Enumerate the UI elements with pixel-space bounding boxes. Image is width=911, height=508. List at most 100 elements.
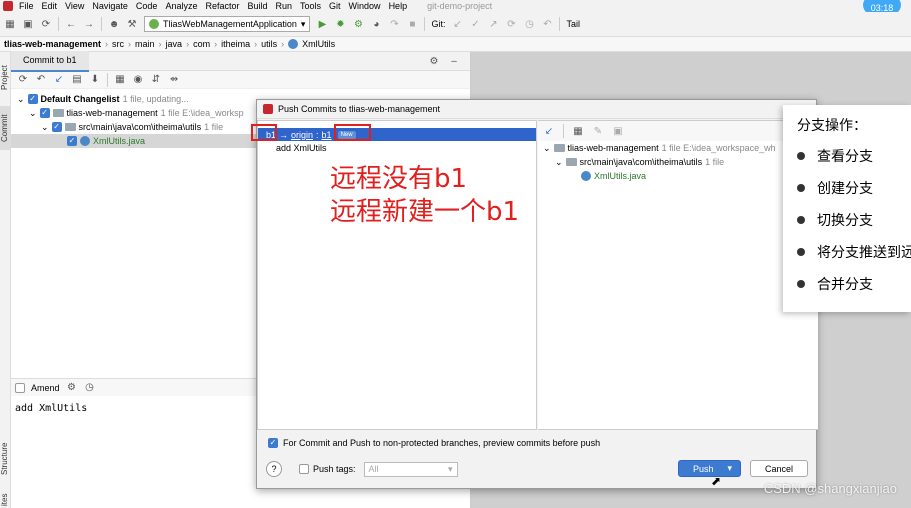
toolbar-divider — [563, 124, 564, 138]
chevron-down-icon[interactable]: ⌄ — [543, 143, 551, 154]
run-configuration-select[interactable]: TliasWebManagementApplication ▾ — [144, 16, 311, 32]
open-folder-icon[interactable]: ▦ — [4, 18, 16, 30]
breadcrumb-item[interactable]: XmlUtils — [302, 39, 335, 49]
gear-icon[interactable]: ⚙ — [428, 55, 440, 67]
commit-list-item[interactable]: add XmlUtils — [258, 141, 536, 155]
menu-code[interactable]: Code — [136, 0, 158, 12]
eye-icon[interactable]: ◉ — [132, 74, 144, 86]
update-icon[interactable]: ↙ — [53, 74, 65, 86]
sync-icon[interactable]: ⟳ — [40, 18, 52, 30]
tab-project[interactable]: Project — [0, 56, 11, 100]
tail-button[interactable]: Tail — [566, 19, 580, 29]
edit-icon[interactable]: ✎ — [592, 125, 604, 137]
menu-help[interactable]: Help — [389, 0, 408, 12]
git-update-icon[interactable]: ↙ — [451, 18, 463, 30]
folder-checkbox[interactable]: ✓ — [51, 122, 62, 132]
breadcrumb-item[interactable]: java — [166, 39, 183, 49]
menu-run[interactable]: Run — [276, 0, 293, 12]
git-label: Git: — [431, 19, 446, 29]
push-button[interactable]: Push ▾ — [677, 460, 741, 477]
refresh-icon[interactable]: ⟳ — [17, 74, 29, 86]
tab-structure[interactable]: Structure — [0, 434, 11, 484]
menu-refactor[interactable]: Refactor — [205, 0, 239, 12]
remote-branch-link[interactable]: b1 — [322, 130, 332, 140]
menu-view[interactable]: View — [65, 0, 84, 12]
breadcrumb-item[interactable]: itheima — [221, 39, 250, 49]
dialog-title: Push Commits to tlias-web-management — [278, 104, 441, 114]
git-push-icon[interactable]: ↗ — [487, 18, 499, 30]
chevron-down-icon[interactable]: ⌄ — [41, 122, 49, 133]
cancel-button[interactable]: Cancel — [749, 460, 808, 477]
chevron-down-icon[interactable]: ▾ — [727, 463, 732, 474]
push-branch-row[interactable]: b1 → origin : b1 New — [258, 128, 536, 141]
module-checkbox[interactable]: ✓ — [39, 108, 50, 118]
back-icon[interactable]: ← — [65, 18, 77, 30]
update-icon[interactable]: ↙ — [543, 125, 555, 137]
expand-all-icon[interactable]: ⇵ — [150, 74, 162, 86]
git-fetch-icon[interactable]: ⟳ — [505, 18, 517, 30]
breadcrumb-item[interactable]: src — [112, 39, 124, 49]
rollback-icon[interactable]: ↶ — [35, 74, 47, 86]
tree-row-module[interactable]: ⌄ tlias-web-management 1 file E:\idea_wo… — [538, 141, 818, 155]
stop-icon[interactable]: ■ — [406, 18, 418, 30]
amend-checkbox[interactable] — [15, 382, 25, 393]
slide-list-item: 切换分支 — [797, 210, 873, 230]
tree-row-folder[interactable]: ⌄ src\main\java\com\itheima\utils 1 file — [538, 155, 818, 169]
commit-message-field[interactable]: add XmlUtils — [15, 403, 87, 414]
folder-icon — [565, 158, 577, 166]
push-tags-checkbox[interactable] — [299, 464, 309, 474]
group-by-icon[interactable]: ▦ — [114, 74, 126, 86]
forward-icon[interactable]: → — [83, 18, 95, 30]
chevron-down-icon[interactable]: ⌄ — [29, 108, 37, 119]
group-by-icon[interactable]: ▦ — [572, 125, 584, 137]
tree-row-file[interactable]: XmlUtils.java — [538, 169, 818, 183]
save-icon[interactable]: ▣ — [22, 18, 34, 30]
diff-icon[interactable]: ▣ — [612, 125, 624, 137]
chevron-down-icon: ▾ — [300, 18, 306, 29]
build-hammer-icon[interactable]: ⚒ — [126, 18, 138, 30]
history-icon[interactable]: ◷ — [84, 382, 96, 394]
preview-checkbox[interactable]: ✓ — [268, 438, 278, 448]
tab-favorites[interactable]: ites — [0, 492, 11, 508]
toolbar-divider — [559, 17, 561, 31]
menu-build[interactable]: Build — [247, 0, 267, 12]
breadcrumb-item[interactable]: com — [193, 39, 210, 49]
slide-list-item-label: 合并分支 — [817, 277, 873, 293]
remote-name-link[interactable]: origin — [291, 130, 313, 140]
tab-commit[interactable]: Commit — [0, 106, 11, 150]
profile-icon[interactable]: ◕ — [370, 18, 382, 30]
slide-list-item: 合并分支 — [797, 274, 873, 294]
menu-window[interactable]: Window — [349, 0, 381, 12]
file-checkbox[interactable]: ✓ — [67, 136, 77, 146]
help-button[interactable]: ? — [266, 461, 282, 477]
watermark: CSDN @shangxianjiao — [763, 481, 897, 496]
tab-commit-to-branch[interactable]: Commit to b1 — [11, 50, 89, 72]
run-icon[interactable]: ▶ — [316, 18, 328, 30]
rerun-icon[interactable]: ↷ — [388, 18, 400, 30]
menu-file[interactable]: File — [19, 0, 34, 12]
breadcrumb-item[interactable]: tlias-web-management — [4, 39, 101, 49]
menu-navigate[interactable]: Navigate — [92, 0, 128, 12]
history-icon[interactable]: ◷ — [523, 18, 535, 30]
git-commit-icon[interactable]: ✓ — [469, 18, 481, 30]
breadcrumb-item[interactable]: main — [135, 39, 155, 49]
shelve-icon[interactable]: ⬇ — [89, 74, 101, 86]
user-icon[interactable]: ☻ — [108, 18, 120, 30]
chevron-down-icon[interactable]: ⌄ — [555, 157, 563, 168]
menu-git[interactable]: Git — [329, 0, 341, 12]
rollback-icon[interactable]: ↶ — [541, 18, 553, 30]
chevron-down-icon[interactable]: ⌄ — [17, 94, 25, 105]
diff-icon[interactable]: ▤ — [71, 74, 83, 86]
menu-edit[interactable]: Edit — [42, 0, 58, 12]
breadcrumb-item[interactable]: utils — [261, 39, 277, 49]
dialog-title-bar: Push Commits to tlias-web-management — [257, 100, 816, 119]
changelist-checkbox[interactable]: ✓ — [27, 94, 38, 104]
push-tags-select[interactable]: All ▾ — [363, 461, 458, 477]
coverage-icon[interactable]: ⚙ — [352, 18, 364, 30]
debug-icon[interactable]: ✹ — [334, 18, 346, 30]
menu-analyze[interactable]: Analyze — [165, 0, 197, 12]
collapse-all-icon[interactable]: ⇴ — [168, 74, 180, 86]
gear-icon[interactable]: ⚙ — [66, 382, 78, 394]
minimize-icon[interactable]: – — [448, 55, 460, 67]
menu-tools[interactable]: Tools — [300, 0, 321, 12]
